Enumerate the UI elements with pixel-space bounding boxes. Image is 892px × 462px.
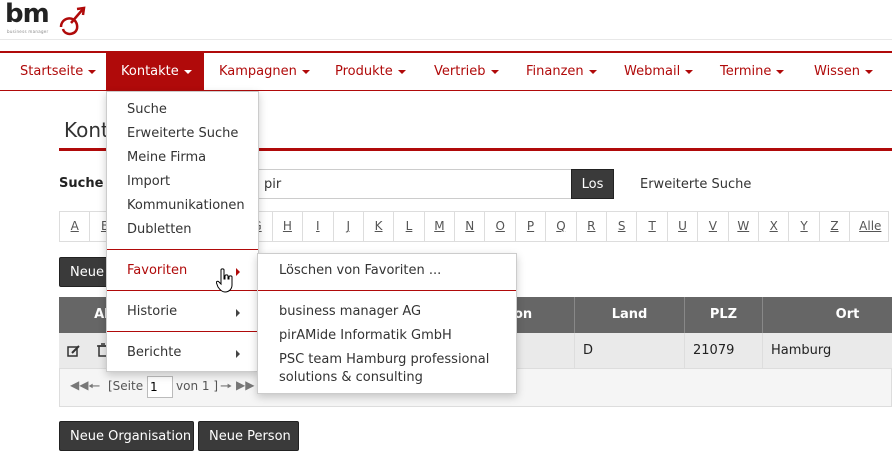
menu-item-search[interactable]: Suche xyxy=(127,102,167,117)
nav-label: Wissen xyxy=(814,64,860,79)
menu-item-extended-search[interactable]: Erweiterte Suche xyxy=(127,126,238,141)
caret-down-icon xyxy=(776,69,785,74)
caret-down-icon xyxy=(588,69,597,74)
caret-down-icon xyxy=(685,69,694,74)
hand-cursor-icon xyxy=(216,268,233,293)
nav-label: Startseite xyxy=(20,64,84,79)
alphabet-letter[interactable]: L xyxy=(393,211,425,242)
alphabet-letter[interactable]: I xyxy=(302,211,334,242)
alphabet-letter[interactable]: A xyxy=(59,211,91,242)
menu-divider xyxy=(107,290,258,291)
col-city[interactable]: Ort xyxy=(762,297,892,333)
alphabet-letter[interactable]: H xyxy=(271,211,304,242)
nav-label: Kontakte xyxy=(121,64,179,79)
nav-termine[interactable]: Termine xyxy=(720,53,785,91)
menu-item-history[interactable]: Historie xyxy=(127,304,177,319)
alphabet-letter[interactable]: Q xyxy=(545,211,577,242)
menu-item-reports[interactable]: Berichte xyxy=(127,345,181,360)
alphabet-letter[interactable]: K xyxy=(362,211,395,242)
alphabet-letter[interactable]: Alle xyxy=(849,211,890,242)
alphabet-letter[interactable]: R xyxy=(575,211,608,242)
page-number-input[interactable] xyxy=(147,376,173,398)
edit-icon[interactable] xyxy=(67,344,81,358)
alphabet-letter[interactable]: N xyxy=(454,211,486,242)
favorite-item[interactable]: pirAMide Informatik GmbH xyxy=(279,327,452,345)
favorites-submenu: Löschen von Favoriten ... business manag… xyxy=(257,253,517,394)
nav-wissen[interactable]: Wissen xyxy=(814,53,873,91)
nav-label: Finanzen xyxy=(526,64,584,79)
clear-favorites-item[interactable]: Löschen von Favoriten ... xyxy=(279,262,441,280)
app-header: bm business manager xyxy=(0,0,892,40)
first-page-icon[interactable]: ◀◀ xyxy=(70,378,88,392)
nav-produkte[interactable]: Produkte xyxy=(335,53,406,91)
nav-startseite[interactable]: Startseite xyxy=(0,53,106,91)
submenu-arrow-icon xyxy=(236,268,240,276)
caret-down-icon xyxy=(864,69,873,74)
nav-kontakte[interactable]: Kontakte xyxy=(106,53,204,91)
nav-label: Kampagnen xyxy=(219,64,297,79)
col-country[interactable]: Land xyxy=(574,297,684,333)
alphabet-letter[interactable]: Z xyxy=(818,211,851,242)
menu-item-import[interactable]: Import xyxy=(127,174,170,189)
cell-country: D xyxy=(574,333,684,369)
nav-finanzen[interactable]: Finanzen xyxy=(526,53,597,91)
menu-item-favorites[interactable]: Favoriten xyxy=(127,263,187,278)
alphabet-letter[interactable]: X xyxy=(757,211,790,242)
caret-down-icon xyxy=(397,69,406,74)
search-input[interactable] xyxy=(255,169,573,199)
nav-kampagnen[interactable]: Kampagnen xyxy=(219,53,310,91)
caret-down-icon xyxy=(301,69,310,74)
col-organisation[interactable]: on xyxy=(514,297,574,333)
caret-down-icon xyxy=(490,69,499,74)
nav-label: Vertrieb xyxy=(434,64,486,79)
logo-text: bm xyxy=(5,0,50,29)
menu-item-my-company[interactable]: Meine Firma xyxy=(127,150,206,165)
favorite-item[interactable]: business manager AG xyxy=(279,303,421,321)
caret-down-icon xyxy=(88,69,97,74)
menu-divider xyxy=(107,249,258,250)
alphabet-letter[interactable]: W xyxy=(727,211,759,242)
nav-vertrieb[interactable]: Vertrieb xyxy=(434,53,499,91)
alphabet-letter[interactable]: T xyxy=(636,211,668,242)
nav-label: Webmail xyxy=(624,64,681,79)
menu-item-duplicates[interactable]: Dubletten xyxy=(127,222,192,237)
last-page-icon[interactable]: ▶▶ xyxy=(236,378,254,392)
alphabet-letter[interactable]: P xyxy=(514,211,547,242)
next-page-icon[interactable]: 🠖 xyxy=(220,376,232,400)
pager-suffix: von 1 ] xyxy=(176,379,218,393)
submenu-divider xyxy=(258,290,516,291)
pager-prefix: [Seite xyxy=(108,379,144,393)
submenu-arrow-icon xyxy=(236,350,240,358)
brand-logo[interactable]: bm business manager xyxy=(5,0,87,39)
alphabet-letter[interactable]: M xyxy=(423,211,456,242)
alphabet-letter[interactable]: S xyxy=(606,211,638,242)
nav-label: Produkte xyxy=(335,64,393,79)
alphabet-letter[interactable]: U xyxy=(666,211,699,242)
nav-webmail[interactable]: Webmail xyxy=(624,53,694,91)
alphabet-letter[interactable]: V xyxy=(697,211,729,242)
cell-city: Hamburg xyxy=(762,333,892,369)
menu-divider xyxy=(107,331,258,332)
alphabet-letter[interactable]: O xyxy=(484,211,516,242)
nav-label: Termine xyxy=(720,64,772,79)
favorite-item[interactable]: PSC team Hamburg professional solutions … xyxy=(279,351,499,387)
logo-mark-icon xyxy=(59,6,86,36)
prev-page-icon[interactable]: 🠔 xyxy=(88,376,100,400)
logo-tagline: business manager xyxy=(7,29,49,34)
extended-search-link[interactable]: Erweiterte Suche xyxy=(640,177,751,192)
menu-item-communications[interactable]: Kommunikationen xyxy=(127,198,245,213)
main-nav: Startseite Kontakte Kampagnen Produkte V… xyxy=(0,51,892,91)
new-organisation-button[interactable]: Neue Organisation xyxy=(59,421,194,451)
alphabet-letter[interactable]: J xyxy=(332,211,364,242)
cell-zip: 21079 xyxy=(684,333,762,369)
new-person-button[interactable]: Neue Person xyxy=(198,421,299,451)
alphabet-letter[interactable]: Y xyxy=(788,211,820,242)
contacts-dropdown-menu: Suche Erweiterte Suche Meine Firma Impor… xyxy=(106,91,259,372)
caret-down-icon xyxy=(183,69,192,74)
search-label: Suche xyxy=(59,176,104,191)
submenu-arrow-icon xyxy=(236,309,240,317)
search-go-button[interactable]: Los xyxy=(571,169,614,199)
col-zip[interactable]: PLZ xyxy=(684,297,762,333)
